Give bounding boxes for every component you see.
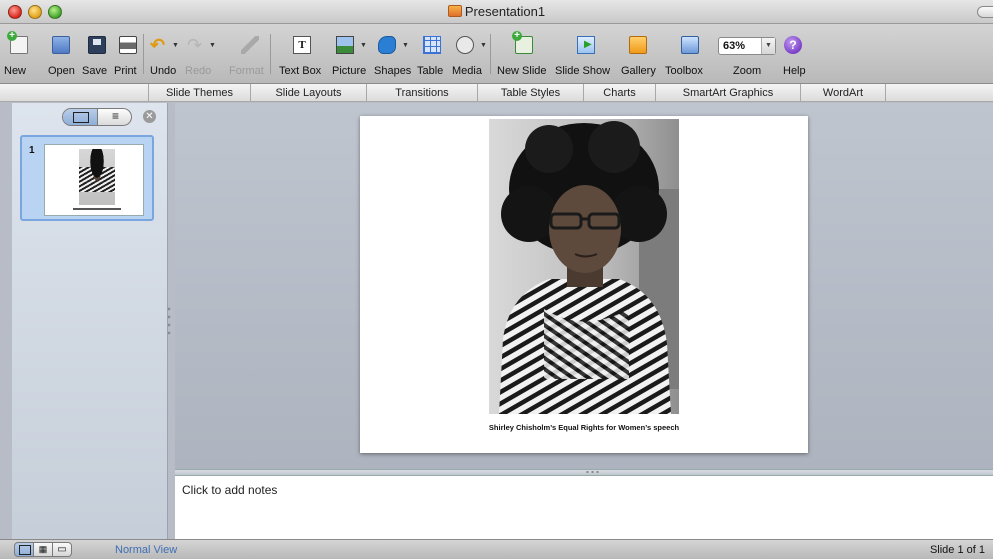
slide-show-icon [577,36,595,54]
tab-wordart[interactable]: WordArt [800,84,886,102]
toolbar-toggle-button[interactable] [977,6,993,18]
slides-pane: ≡ ✕ 1 [12,103,168,539]
toolbar-separator [490,34,491,74]
new-label: New [4,65,27,77]
slide-sorter-view-button[interactable]: ▦ [33,542,53,557]
print-label: Print [114,65,137,77]
new-slide-label: New Slide [497,65,547,77]
media-film-icon [456,36,474,54]
undo-dropdown-icon[interactable]: ▼ [172,42,179,49]
redo-arrow-icon: ↷ [187,35,203,55]
media-label: Media [452,65,482,77]
slide-thumbnail-image [44,144,144,216]
table-grid-icon [423,36,441,54]
help-label: Help [783,65,806,77]
title-bar: Presentation1 [0,0,993,24]
standard-toolbar: New Open Save Print ↶ ▼ Undo ↷ ▼ Redo Fo… [0,24,993,84]
new-document-icon [7,31,28,54]
shapes-label: Shapes [374,65,412,77]
format-label: Format [229,65,264,77]
picture-label: Picture [332,65,367,77]
text-box-icon: T [293,36,311,54]
slide-show-label: Slide Show [555,65,611,77]
zoom-dropdown-icon[interactable]: ▼ [761,38,775,54]
tab-transitions[interactable]: Transitions [366,84,477,102]
normal-view-button[interactable] [14,542,34,557]
gallery-icon [629,36,647,54]
picture-icon [336,36,354,54]
shapes-dropdown-icon[interactable]: ▼ [402,42,409,49]
shapes-icon [378,36,396,54]
outline-view-icon[interactable]: ≡ [98,109,133,125]
slide-photo[interactable] [489,119,679,414]
slides-view-icon[interactable] [63,109,98,125]
thumbnail-caption-line [73,208,121,210]
open-folder-icon [52,36,70,54]
save-label: Save [82,65,108,77]
powerpoint-document-icon [447,5,462,17]
elements-gallery-tabs: Slide Themes Slide Layouts Transitions T… [0,84,993,102]
open-label: Open [48,65,75,77]
zoom-value: 63% [723,40,746,52]
undo-arrow-icon: ↶ [150,35,166,55]
redo-dropdown-icon[interactable]: ▼ [209,42,216,49]
table-label: Table [417,65,444,77]
zoom-label: Zoom [733,65,762,77]
slide-canvas[interactable]: Shirley Chisholm’s Equal Rights for Wome… [360,116,808,453]
media-dropdown-icon[interactable]: ▼ [480,42,487,49]
toolbox-label: Toolbox [665,65,703,77]
printer-icon [119,36,137,54]
picture-dropdown-icon[interactable]: ▼ [360,42,367,49]
slide-editing-area: Shirley Chisholm’s Equal Rights for Wome… [175,103,993,469]
slide-caption[interactable]: Shirley Chisholm’s Equal Rights for Wome… [360,423,808,432]
current-view-label: Normal View [115,544,178,556]
tab-slide-layouts[interactable]: Slide Layouts [250,84,366,102]
window-title-text: Presentation1 [464,4,546,19]
portrait-photo-image [489,119,679,414]
tab-charts[interactable]: Charts [583,84,655,102]
save-disk-icon [88,36,106,54]
notes-splitter[interactable] [175,469,993,476]
window-title: Presentation1 [0,4,993,19]
text-box-label: Text Box [279,65,322,77]
gallery-label: Gallery [621,65,656,77]
toolbar-separator [270,34,271,74]
notes-pane[interactable]: Click to add notes [175,476,993,539]
notes-splitter-handle[interactable] [585,470,601,474]
format-brush-icon [241,36,259,54]
slide-counter: Slide 1 of 1 [929,544,985,556]
undo-label: Undo [150,65,177,77]
notes-placeholder: Click to add notes [182,483,278,497]
close-pane-icon[interactable]: ✕ [143,110,156,123]
redo-label: Redo [185,65,212,77]
slide-show-view-button[interactable]: ▭ [52,542,72,557]
new-slide-icon [512,31,533,54]
thumbnail-photo [79,149,115,205]
pane-view-switcher: ≡ [62,108,132,126]
status-bar: ▦ ▭ Normal View Slide 1 of 1 [0,539,993,559]
zoom-select[interactable]: 63% ▼ [718,37,776,55]
tab-table-styles[interactable]: Table Styles [477,84,583,102]
toolbox-icon [681,36,699,54]
tab-slide-themes[interactable]: Slide Themes [148,84,250,102]
help-question-icon: ? [784,36,802,54]
pane-splitter-handle[interactable] [167,305,171,337]
slide-thumbnail[interactable] [20,135,154,221]
toolbar-separator [143,34,144,74]
slide-thumbnail-number: 1 [29,145,35,156]
tab-smartart-graphics[interactable]: SmartArt Graphics [655,84,800,102]
